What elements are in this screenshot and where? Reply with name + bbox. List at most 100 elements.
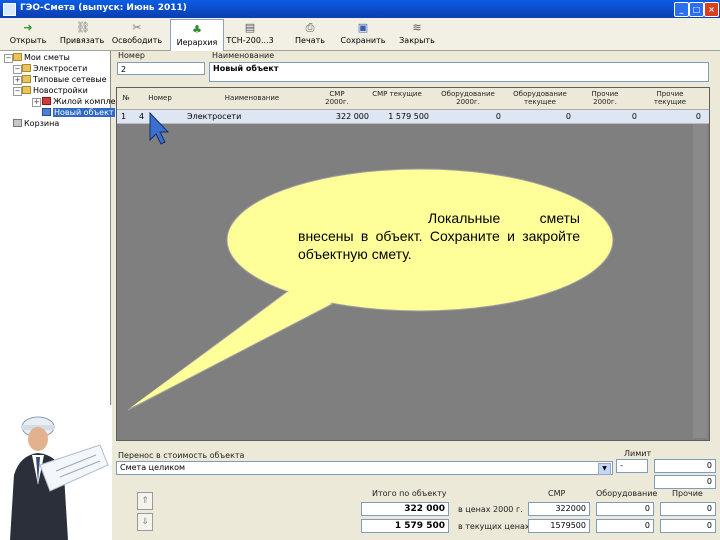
number-label: Номер <box>118 51 145 60</box>
tree-label: Новостройки <box>33 86 88 95</box>
cell: 322 000 <box>335 112 369 121</box>
cell: 0 <box>631 112 637 121</box>
save-button[interactable]: ▣ Сохранить <box>338 18 388 50</box>
limit-label: Лимит <box>624 449 652 458</box>
col-header[interactable]: Оборудование 2000г. <box>437 90 499 106</box>
app-window: ГЭО-Смета (выпуск: Июнь 2011) _ □ × ➜ От… <box>0 0 720 540</box>
equip-current: 0 <box>596 519 654 533</box>
side-value-top: 0 <box>654 459 716 473</box>
tree-item-residential[interactable]: Жилой комплекс <box>42 96 125 107</box>
print-label: Печать <box>295 36 325 45</box>
tree-label: Новый объект <box>53 108 115 117</box>
caption-current: в текущих ценах <box>458 522 530 531</box>
tree-item-my-estimates[interactable]: Мои сметы <box>13 52 70 63</box>
expand-toggle[interactable]: + <box>13 76 22 85</box>
tree-item-new-buildings[interactable]: Новостройки <box>22 85 88 96</box>
link-icon: ⛓ <box>76 21 90 34</box>
grid-header: № Номер Наименование СМР 2000г. СМР теку… <box>117 88 709 110</box>
other-label: Прочие <box>672 489 703 498</box>
cell: 0 <box>565 112 571 121</box>
cell: Электросети <box>187 112 242 121</box>
tree-item-trash[interactable]: Корзина <box>13 118 59 129</box>
close-window-button[interactable]: × <box>704 2 719 17</box>
other-2000: 0 <box>660 502 716 516</box>
tree-item-electro[interactable]: Электросети <box>22 63 87 74</box>
col-header[interactable]: Прочие 2000г. <box>585 90 625 106</box>
chevron-down-icon[interactable]: ▼ <box>598 463 611 475</box>
window-title: ГЭО-Смета (выпуск: Июнь 2011) <box>20 3 187 13</box>
cell: 4 <box>139 112 145 121</box>
app-icon <box>3 3 16 16</box>
callout-text: Локальные сметы внесены в объект. Сохран… <box>298 210 580 262</box>
col-header[interactable]: СМР 2000г. <box>317 90 357 106</box>
col-header[interactable]: Номер <box>143 94 177 102</box>
col-header[interactable]: Прочие текущие <box>647 90 693 106</box>
unlink-icon: ✂ <box>132 21 142 34</box>
cell: 0 <box>495 112 501 121</box>
name-field[interactable]: Новый объект <box>209 62 709 82</box>
tree-label: Жилой комплекс <box>53 97 125 106</box>
limit-field[interactable]: - <box>616 459 648 473</box>
expand-toggle[interactable]: + <box>32 98 41 107</box>
close-icon: ≋ <box>412 21 422 34</box>
folder-icon <box>22 75 31 83</box>
cell: 0 <box>695 112 701 121</box>
equip-2000: 0 <box>596 502 654 516</box>
smr-current: 1579500 <box>528 519 590 533</box>
expand-toggle[interactable]: − <box>4 54 13 63</box>
open-button[interactable]: ➜ Открыть <box>4 18 52 50</box>
trash-icon <box>13 119 22 127</box>
object-icon <box>42 108 51 116</box>
smr-label: СМР <box>548 489 566 498</box>
minimize-button[interactable]: _ <box>674 2 689 17</box>
folder-icon <box>13 53 22 61</box>
equip-label: Оборудование <box>596 489 658 498</box>
save-icon: ▣ <box>357 21 369 34</box>
tree-label: Корзина <box>24 119 60 128</box>
combo-value: Смета целиком <box>120 463 186 472</box>
release-button[interactable]: ✂ Освободить <box>110 18 164 50</box>
name-label: Наименование <box>212 51 275 60</box>
transfer-label: Перенос в стоимость объекта <box>118 451 245 460</box>
toolbar: ➜ Открыть ⛓ Привязать ✂ Освободить ♣ Иер… <box>0 18 720 51</box>
tsn-label: ТСН-200...3 <box>226 36 274 45</box>
hierarchy-button[interactable]: ♣ Иерархия <box>170 19 224 51</box>
building-icon <box>42 97 51 105</box>
tree-item-new-object[interactable]: Новый объект <box>42 107 115 118</box>
save-label: Сохранить <box>340 36 386 45</box>
move-up-button[interactable]: ⇑ <box>137 492 153 510</box>
attach-button[interactable]: ⛓ Привязать <box>56 18 108 50</box>
estimates-grid: № Номер Наименование СМР 2000г. СМР теку… <box>116 87 710 441</box>
other-current: 0 <box>660 519 716 533</box>
maximize-button[interactable]: □ <box>689 2 704 17</box>
print-button[interactable]: ⎙ Печать <box>290 18 330 50</box>
expand-toggle[interactable]: − <box>13 87 22 96</box>
tsn-button[interactable]: ▤ ТСН-200...3 <box>224 18 276 50</box>
side-value-bottom: 0 <box>654 475 716 489</box>
smr-2000: 322000 <box>528 502 590 516</box>
close-button[interactable]: ≋ Закрыть <box>395 18 439 50</box>
col-header[interactable]: № <box>121 94 131 102</box>
tree-item-typical[interactable]: Типовые сетевые <box>22 74 107 85</box>
col-header[interactable]: Наименование <box>207 94 297 102</box>
tree-label: Типовые сетевые <box>33 75 107 84</box>
caption-2000: в ценах 2000 г. <box>458 505 523 514</box>
cell: 1 <box>121 112 127 121</box>
move-down-button[interactable]: ⇓ <box>137 513 153 531</box>
transfer-combo[interactable]: Смета целиком ▼ <box>116 461 613 475</box>
book-icon: ▤ <box>244 21 256 34</box>
col-header[interactable]: СМР текущие <box>372 90 422 98</box>
folder-icon <box>22 64 31 72</box>
arrow-right-icon: ➜ <box>23 21 33 34</box>
cell: 1 579 500 <box>388 112 429 121</box>
col-header[interactable]: Оборудование текущее <box>509 90 571 106</box>
hierarchy-label: Иерархия <box>176 38 218 47</box>
grid-scrollbar[interactable] <box>693 124 707 438</box>
tree-label: Мои сметы <box>24 53 70 62</box>
table-row[interactable]: 1 4 Электросети 322 000 1 579 500 0 0 0 … <box>117 110 709 124</box>
release-label: Освободить <box>111 36 163 45</box>
total-label: Итого по объекту <box>372 489 447 498</box>
expand-toggle[interactable]: − <box>13 65 22 74</box>
hierarchy-icon: ♣ <box>192 23 202 36</box>
number-field[interactable]: 2 <box>117 62 205 75</box>
